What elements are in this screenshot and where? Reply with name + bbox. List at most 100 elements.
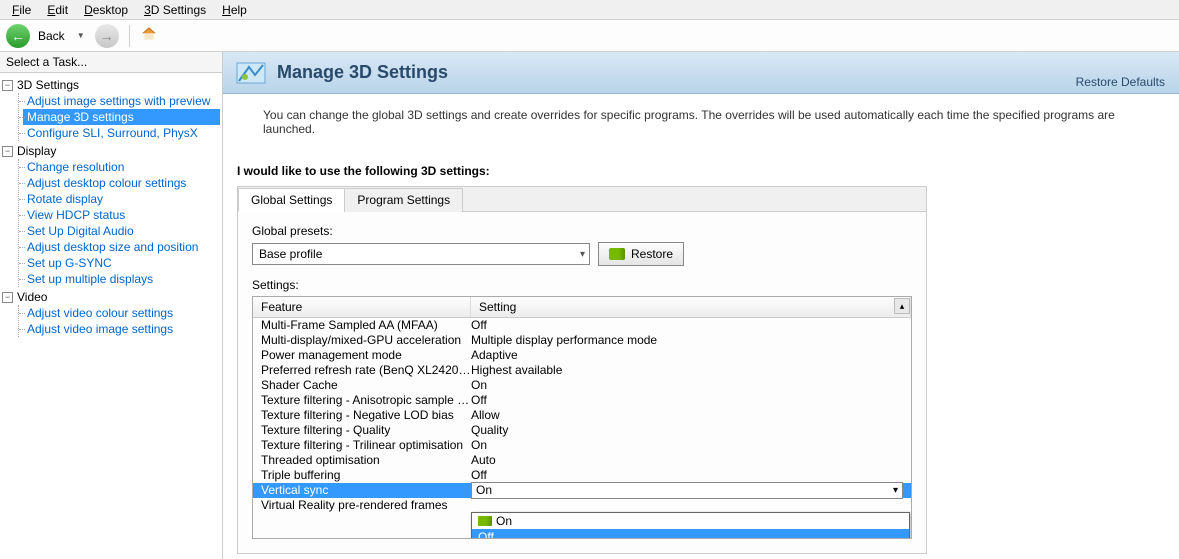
tree-toggle-icon[interactable]: − <box>2 80 13 91</box>
cell-setting: On <box>471 378 903 393</box>
settings-panel: Global SettingsProgram Settings Global p… <box>237 186 927 554</box>
cell-feature: Preferred refresh rate (BenQ XL2420G) <box>261 363 471 378</box>
table-row[interactable]: Power management modeAdaptive <box>253 348 911 363</box>
tree-item-rotate-display[interactable]: Rotate display <box>23 191 220 207</box>
table-row[interactable]: Multi-Frame Sampled AA (MFAA)Off <box>253 318 911 333</box>
tree-item-adjust-video-colour-settings[interactable]: Adjust video colour settings <box>23 305 220 321</box>
tree-item-adjust-video-image-settings[interactable]: Adjust video image settings <box>23 321 220 337</box>
menu-edit[interactable]: Edit <box>39 3 76 17</box>
tree-category-label: Video <box>17 290 47 304</box>
menu-help[interactable]: Help <box>214 3 255 17</box>
nvidia-logo-icon <box>609 248 625 260</box>
toolbar-separator <box>129 25 130 47</box>
tree-item-set-up-multiple-displays[interactable]: Set up multiple displays <box>23 271 220 287</box>
cell-feature: Triple buffering <box>261 468 471 483</box>
back-label: Back <box>38 29 65 43</box>
tree-item-adjust-desktop-size-and-position[interactable]: Adjust desktop size and position <box>23 239 220 255</box>
tree-item-change-resolution[interactable]: Change resolution <box>23 159 220 175</box>
tree-item-manage-3d-settings[interactable]: Manage 3D settings <box>23 109 220 125</box>
table-row[interactable]: Preferred refresh rate (BenQ XL2420G)Hig… <box>253 363 911 378</box>
col-feature[interactable]: Feature <box>253 297 471 317</box>
tab-global-settings[interactable]: Global Settings <box>238 188 345 212</box>
tree-item-adjust-image-settings-with-preview[interactable]: Adjust image settings with preview <box>23 93 220 109</box>
cell-feature: Texture filtering - Negative LOD bias <box>261 408 471 423</box>
section-label: I would like to use the following 3D set… <box>223 150 1179 186</box>
cell-setting: On <box>471 438 903 453</box>
task-tree: −3D SettingsAdjust image settings with p… <box>0 73 222 559</box>
global-preset-combo[interactable]: Base profile <box>252 243 590 265</box>
tree-item-set-up-g-sync[interactable]: Set up G-SYNC <box>23 255 220 271</box>
tree-toggle-icon[interactable]: − <box>2 146 13 157</box>
dropdown-option-off[interactable]: Off <box>472 529 909 538</box>
dropdown-option-label: On <box>496 514 512 528</box>
tree-category-label: Display <box>17 144 56 158</box>
table-row[interactable]: Texture filtering - Trilinear optimisati… <box>253 438 911 453</box>
back-button[interactable]: ← <box>6 24 30 48</box>
table-row[interactable]: Texture filtering - Anisotropic sample o… <box>253 393 911 408</box>
tree-item-adjust-desktop-colour-settings[interactable]: Adjust desktop colour settings <box>23 175 220 191</box>
table-row[interactable]: Triple bufferingOff <box>253 468 911 483</box>
menu-bar: FileEditDesktop3D SettingsHelp <box>0 0 1179 20</box>
table-row[interactable]: Threaded optimisationAuto <box>253 453 911 468</box>
task-sidebar: Select a Task... −3D SettingsAdjust imag… <box>0 52 223 559</box>
cell-feature: Threaded optimisation <box>261 453 471 468</box>
restore-preset-button[interactable]: Restore <box>598 242 684 266</box>
table-row[interactable]: Texture filtering - QualityQuality <box>253 423 911 438</box>
tree-item-configure-sli-surround-physx[interactable]: Configure SLI, Surround, PhysX <box>23 125 220 141</box>
header-icon <box>235 57 267 89</box>
cell-feature: Virtual Reality pre-rendered frames <box>261 498 471 513</box>
tree-category-display[interactable]: −Display <box>2 143 220 159</box>
home-icon[interactable] <box>140 25 158 46</box>
settings-table: Feature Setting ▴ Multi-Frame Sampled AA… <box>252 296 912 539</box>
preset-value: Base profile <box>259 247 322 261</box>
dropdown-option-label: Off <box>478 530 494 538</box>
cell-setting: Quality <box>471 423 903 438</box>
table-header: Feature Setting ▴ <box>253 297 911 318</box>
cell-feature: Power management mode <box>261 348 471 363</box>
table-row[interactable]: Virtual Reality pre-rendered frames <box>253 498 911 513</box>
cell-setting[interactable]: On <box>471 482 903 499</box>
cell-feature: Multi-display/mixed-GPU acceleration <box>261 333 471 348</box>
table-row[interactable]: Multi-display/mixed-GPU accelerationMult… <box>253 333 911 348</box>
menu-desktop[interactable]: Desktop <box>76 3 136 17</box>
table-body[interactable]: Multi-Frame Sampled AA (MFAA)OffMulti-di… <box>253 318 911 538</box>
restore-label: Restore <box>631 247 673 261</box>
table-row[interactable]: Texture filtering - Negative LOD biasAll… <box>253 408 911 423</box>
forward-arrow-icon: → <box>100 28 114 44</box>
cell-feature: Vertical sync <box>261 483 471 498</box>
scroll-up-button[interactable]: ▴ <box>894 298 910 314</box>
cell-feature: Texture filtering - Trilinear optimisati… <box>261 438 471 453</box>
back-history-caret[interactable]: ▼ <box>73 31 89 40</box>
restore-defaults-link[interactable]: Restore Defaults <box>1076 75 1165 89</box>
back-arrow-icon: ← <box>11 28 25 44</box>
table-row[interactable]: Vertical syncOn <box>253 483 911 498</box>
menu-file[interactable]: File <box>4 3 39 17</box>
dropdown-option-on[interactable]: On <box>472 513 909 529</box>
tree-item-view-hdcp-status[interactable]: View HDCP status <box>23 207 220 223</box>
cell-feature: Texture filtering - Anisotropic sample o… <box>261 393 471 408</box>
menu-3d-settings[interactable]: 3D Settings <box>136 3 214 17</box>
cell-feature: Multi-Frame Sampled AA (MFAA) <box>261 318 471 333</box>
cell-setting: Adaptive <box>471 348 903 363</box>
cell-feature: Shader Cache <box>261 378 471 393</box>
cell-setting: Highest available <box>471 363 903 378</box>
forward-button[interactable]: → <box>95 24 119 48</box>
intro-text: You can change the global 3D settings an… <box>223 94 1179 150</box>
page-header: Manage 3D Settings Restore Defaults <box>223 52 1179 94</box>
sidebar-title: Select a Task... <box>0 52 222 73</box>
vsync-dropdown[interactable]: OnOff <box>471 512 910 538</box>
page-title: Manage 3D Settings <box>277 62 448 83</box>
tree-category-video[interactable]: −Video <box>2 289 220 305</box>
tree-category-label: 3D Settings <box>17 78 79 92</box>
nav-toolbar: ← Back ▼ → <box>0 20 1179 52</box>
tree-toggle-icon[interactable]: − <box>2 292 13 303</box>
tab-program-settings[interactable]: Program Settings <box>344 188 463 212</box>
tree-category-3d-settings[interactable]: −3D Settings <box>2 77 220 93</box>
settings-label: Settings: <box>252 278 912 292</box>
tree-item-set-up-digital-audio[interactable]: Set Up Digital Audio <box>23 223 220 239</box>
col-setting[interactable]: Setting <box>471 297 911 317</box>
table-row[interactable]: Shader CacheOn <box>253 378 911 393</box>
cell-feature: Texture filtering - Quality <box>261 423 471 438</box>
cell-setting: Auto <box>471 453 903 468</box>
nvidia-logo-icon <box>478 516 492 526</box>
